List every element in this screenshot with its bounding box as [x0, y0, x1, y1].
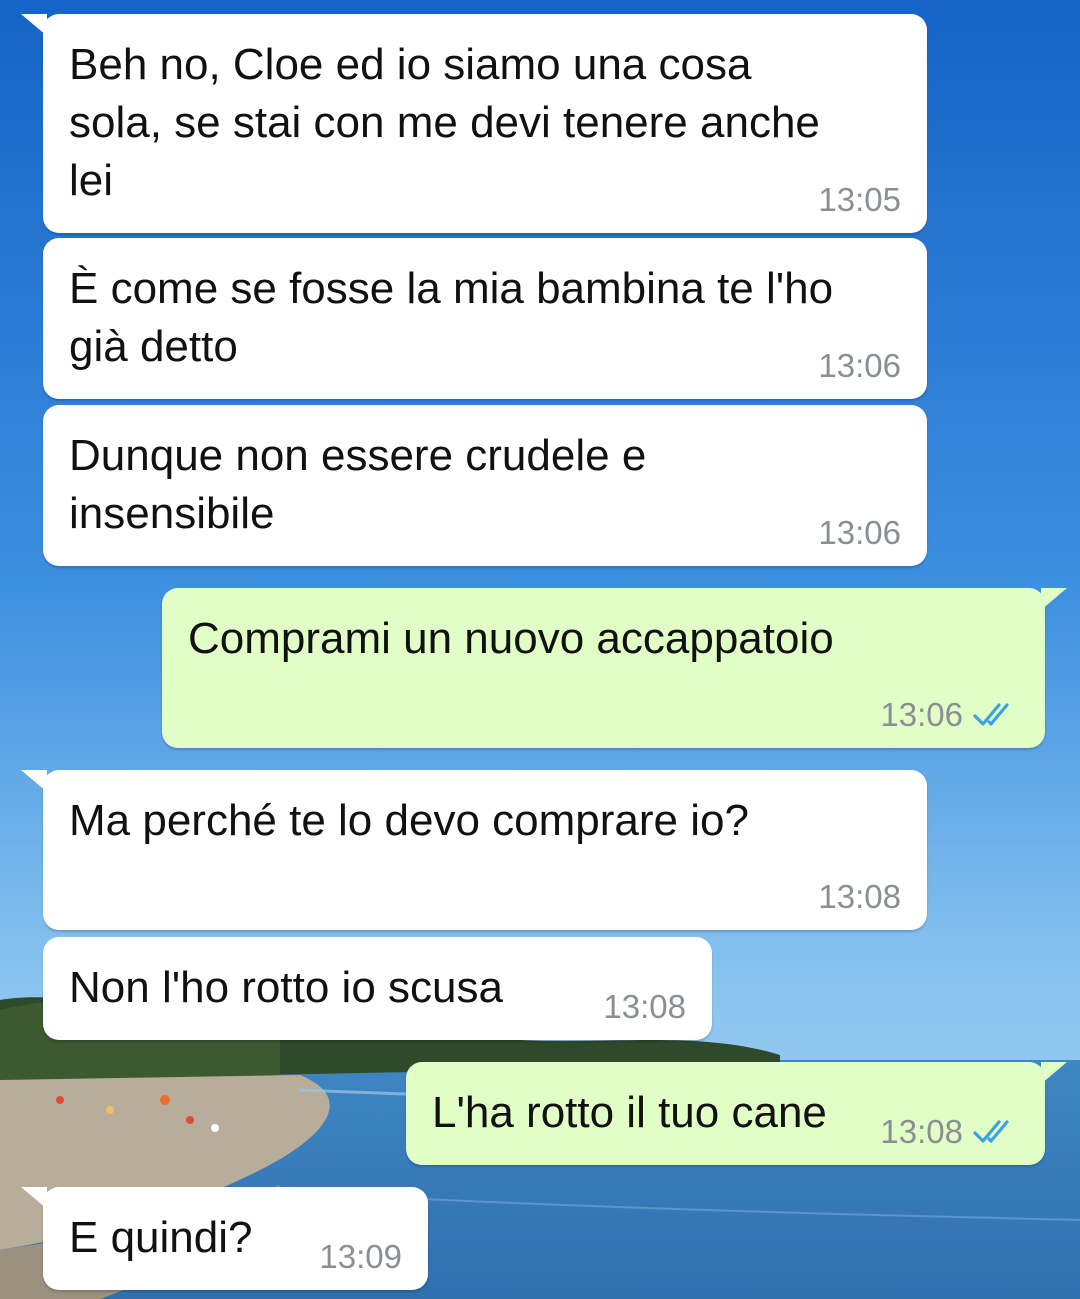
message-text: Beh no, Cloe ed io siamo una cosa sola, … — [69, 40, 820, 205]
message-meta: 13:08 — [818, 878, 901, 916]
message-incoming[interactable]: Beh no, Cloe ed io siamo una cosa sola, … — [21, 14, 927, 233]
message-incoming[interactable]: Ma perché te lo devo comprare io? 13:08 — [21, 770, 927, 930]
message-text: L'ha rotto il tuo cane — [432, 1088, 827, 1137]
message-text: Dunque non essere crudele e insensibile — [69, 431, 647, 538]
message-outgoing[interactable]: L'ha rotto il tuo cane 13:08 — [406, 1062, 1067, 1165]
bubble-tail — [1041, 588, 1067, 610]
message-meta: 13:06 — [818, 347, 901, 385]
message-time: 13:09 — [319, 1238, 402, 1275]
bubble-tail — [21, 770, 47, 792]
message-text: E quindi? — [69, 1213, 253, 1262]
message-outgoing[interactable]: Comprami un nuovo accappatoio 13:06 — [162, 588, 1067, 748]
message-meta: 13:05 — [818, 181, 901, 219]
message-time: 13:08 — [603, 988, 686, 1025]
message-time: 13:06 — [818, 514, 901, 551]
message-meta: 13:09 — [319, 1238, 402, 1276]
message-time: 13:08 — [818, 878, 901, 915]
message-incoming[interactable]: E quindi? 13:09 — [21, 1187, 428, 1290]
message-time: 13:08 — [880, 1113, 963, 1150]
message-time: 13:06 — [818, 347, 901, 384]
message-meta: 13:08 — [603, 988, 686, 1026]
message-text: Ma perché te lo devo comprare io? — [69, 796, 749, 845]
bubble-tail — [21, 14, 47, 36]
message-incoming[interactable]: Dunque non essere crudele e insensibile … — [43, 405, 927, 566]
message-time: 13:05 — [818, 181, 901, 218]
message-time: 13:06 — [880, 696, 963, 733]
message-meta: 13:08 — [880, 1113, 1019, 1151]
message-text: È come se fosse la mia bambina te l'ho g… — [69, 264, 834, 371]
bubble-tail — [1041, 1062, 1067, 1084]
message-text: Non l'ho rotto io scusa — [69, 963, 503, 1012]
read-double-check-icon — [973, 703, 1009, 726]
read-double-check-icon — [973, 1120, 1009, 1143]
message-meta: 13:06 — [880, 696, 1019, 734]
message-incoming[interactable]: Non l'ho rotto io scusa 13:08 — [43, 937, 712, 1040]
message-incoming[interactable]: È come se fosse la mia bambina te l'ho g… — [43, 238, 927, 399]
bubble-tail — [21, 1187, 47, 1209]
message-text: Comprami un nuovo accappatoio — [188, 614, 834, 663]
message-meta: 13:06 — [818, 514, 901, 552]
